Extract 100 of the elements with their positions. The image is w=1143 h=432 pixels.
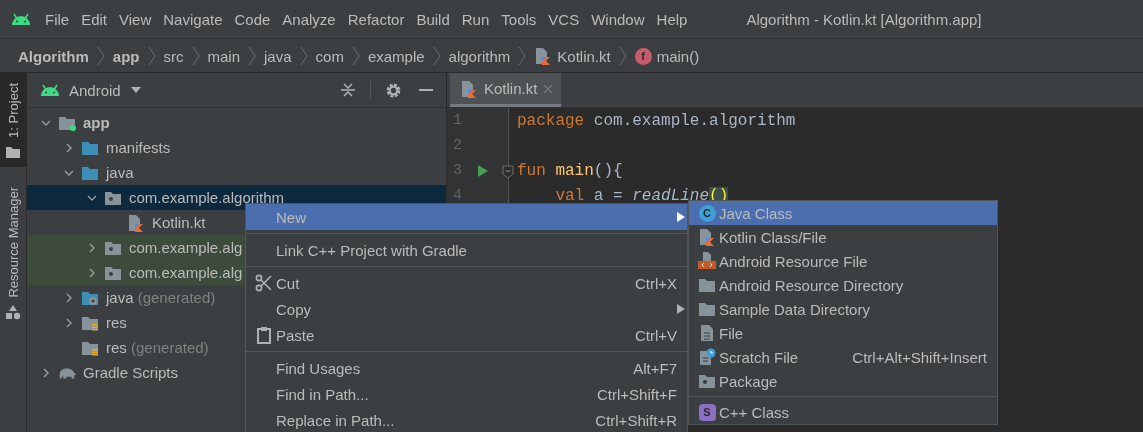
file-clock-icon	[698, 348, 716, 366]
breadcrumb-item[interactable]: com	[312, 47, 347, 65]
chevron-right-icon	[518, 46, 527, 66]
breadcrumb-item[interactable]: Algorithm	[15, 47, 92, 65]
tree-item[interactable]: manifests	[27, 135, 446, 160]
breadcrumb-item[interactable]: src	[160, 47, 187, 65]
menu-item[interactable]: Edit	[76, 7, 113, 31]
menu-item[interactable]: File	[689, 321, 997, 345]
menu-item[interactable]: Sample Data Directory	[689, 297, 997, 321]
menu-item[interactable]: Scratch File Ctrl+Alt+Shift+Insert	[689, 345, 997, 369]
shortcut-label: Ctrl+X	[634, 274, 677, 292]
chevron-right-icon	[299, 46, 308, 66]
folder-icon	[698, 301, 716, 317]
shortcut-label: Ctrl+Shift+R	[595, 411, 677, 429]
folder-icon	[698, 277, 716, 293]
menu-item[interactable]: Replace in Path... Ctrl+Shift+R	[246, 407, 687, 432]
breadcrumb-item[interactable]: java	[261, 47, 295, 65]
menu-item[interactable]: View	[114, 7, 157, 31]
menu-item[interactable]: Run	[456, 7, 495, 31]
generated-folder-icon	[81, 289, 99, 306]
menu-item[interactable]: Paste Ctrl+V	[246, 322, 687, 348]
editor-tab[interactable]: Kotlin.kt	[450, 73, 562, 107]
shortcut-label: Ctrl+V	[634, 326, 677, 344]
class-badge: C	[698, 204, 716, 222]
chevron-right-icon	[64, 317, 74, 328]
chevron-right-icon	[432, 46, 441, 66]
menu-item[interactable]: Android Resource File	[689, 249, 997, 273]
menu-item[interactable]: C Java Class	[689, 201, 997, 225]
chevron-right-icon	[147, 46, 156, 66]
view-selector[interactable]: Android	[69, 81, 141, 99]
function-badge: f	[634, 47, 652, 65]
tree-item[interactable]: java	[27, 160, 446, 185]
tool-window-tab[interactable]: 1: Project	[0, 73, 26, 167]
module-folder-icon	[58, 114, 76, 131]
code-line: fun main(){	[516, 161, 623, 180]
breadcrumb-item[interactable]: example	[364, 47, 428, 65]
breadcrumb-item[interactable]: main()	[656, 47, 700, 65]
submenu-arrow-icon	[677, 304, 685, 314]
fold-icon[interactable]	[502, 165, 514, 179]
package-folder-icon	[104, 264, 122, 281]
shortcut-label: Ctrl+Alt+Shift+Insert	[852, 348, 987, 366]
clipboard-icon	[256, 326, 272, 344]
package-folder-icon	[104, 239, 122, 256]
kotlin-file-icon	[534, 47, 553, 65]
menu-item[interactable]: VCS	[543, 7, 585, 31]
settings-icon[interactable]	[385, 81, 402, 99]
shortcut-label: Alt+F7	[633, 359, 677, 377]
menu-item[interactable]: Navigate	[158, 7, 228, 31]
folder-icon	[5, 145, 21, 159]
dropdown-arrow-icon	[130, 87, 141, 93]
resource-folder-icon	[81, 339, 99, 356]
menu-item[interactable]: Refactor	[342, 7, 410, 31]
menu-item[interactable]: Kotlin Class/File	[689, 225, 997, 249]
struct-badge: S	[698, 403, 716, 421]
breadcrumb-item[interactable]: main	[204, 47, 243, 65]
menu-item[interactable]: Copy	[246, 296, 687, 322]
menu-item[interactable]: Find Usages Alt+F7	[246, 355, 687, 381]
menu-item[interactable]: Find in Path... Ctrl+Shift+F	[246, 381, 687, 407]
code-line: package com.example.algorithm	[516, 111, 796, 130]
breadcrumb-item[interactable]: app	[109, 47, 143, 65]
collapse-all-icon[interactable]	[340, 82, 356, 98]
package-folder-icon	[104, 189, 122, 206]
chevron-right-icon	[96, 46, 105, 66]
chevron-right-icon	[64, 292, 74, 303]
window-title: Algorithm - Kotlin.kt [Algorithm.app]	[746, 10, 982, 28]
breadcrumb-item[interactable]: Kotlin.kt	[557, 47, 611, 65]
shortcut-label: Ctrl+Shift+F	[596, 385, 677, 403]
resource-folder-icon	[81, 314, 99, 331]
submenu-arrow-icon	[677, 212, 685, 222]
menu-item[interactable]: Code	[229, 7, 276, 31]
scissors-icon	[255, 274, 273, 292]
menu-item[interactable]: File	[40, 7, 75, 31]
menu-item[interactable]: Package	[689, 369, 997, 393]
menu-item[interactable]: S C++ Class	[689, 400, 997, 424]
android-icon	[10, 12, 32, 26]
android-icon	[39, 83, 61, 97]
breadcrumb-item[interactable]: algorithm	[445, 47, 514, 65]
chevron-right-icon	[351, 46, 360, 66]
chevron-right-icon	[191, 46, 200, 66]
kotlin-file-icon	[460, 79, 478, 98]
package-folder-icon	[698, 373, 716, 389]
kotlin-file-icon	[127, 213, 145, 232]
resource-file-icon	[697, 252, 717, 270]
chevron-right-icon	[41, 367, 51, 378]
menu-item[interactable]: Help	[651, 7, 693, 31]
menu-item[interactable]: Tools	[496, 7, 542, 31]
chevron-right-icon	[87, 242, 97, 253]
run-icon[interactable]	[477, 164, 488, 177]
menu-item[interactable]: Android Resource Directory	[689, 273, 997, 297]
tool-window-tab[interactable]: Resource Manager	[0, 176, 26, 329]
chevron-right-icon	[248, 46, 256, 66]
chevron-right-icon	[64, 142, 74, 153]
kotlin-file-icon	[698, 228, 716, 246]
chevron-right-icon	[618, 46, 627, 66]
menu-item[interactable]: Build	[411, 7, 455, 31]
folder-icon	[81, 139, 99, 156]
tree-item[interactable]: app	[27, 110, 446, 135]
menu-item[interactable]: Window	[586, 7, 650, 31]
menu-item[interactable]: Analyze	[277, 7, 341, 31]
file-icon	[699, 324, 715, 342]
